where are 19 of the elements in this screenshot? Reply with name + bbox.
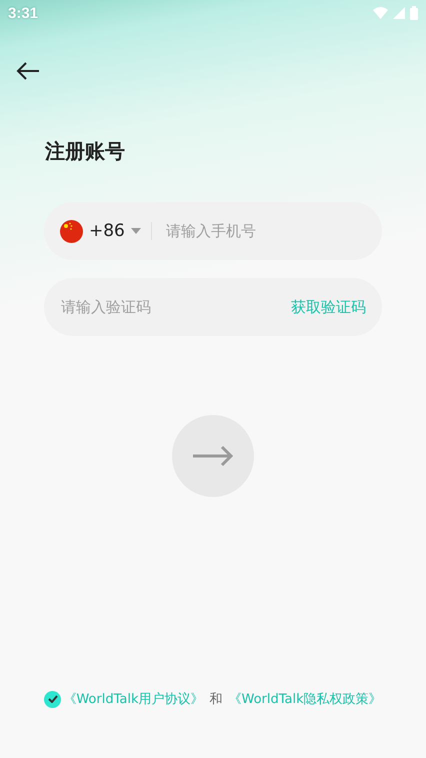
checkmark-icon (48, 695, 58, 703)
back-arrow-icon (16, 61, 40, 81)
privacy-policy-link[interactable]: 《WorldTalk隐私权政策》 (228, 690, 382, 708)
flag-icon (60, 220, 83, 242)
and-text: 和 (210, 691, 222, 708)
wifi-icon (373, 7, 388, 19)
status-time: 3:31 (8, 4, 38, 22)
code-input[interactable]: 请输入验证码 (59, 297, 291, 317)
battery-icon (410, 6, 418, 20)
user-agreement-link[interactable]: 《WorldTalk用户协议》 (63, 690, 204, 708)
agreement-checkbox[interactable] (44, 690, 62, 708)
signal-icon (393, 7, 405, 19)
country-code[interactable]: +86 (89, 221, 125, 241)
get-code-button[interactable]: 获取验证码 (291, 298, 366, 316)
page-title: 注册账号 (45, 138, 126, 165)
right-arrow-icon (192, 445, 234, 467)
phone-field[interactable]: +86 请输入手机号 (44, 202, 382, 260)
dropdown-caret-icon (130, 228, 141, 234)
phone-input[interactable]: 请输入手机号 (164, 221, 366, 241)
